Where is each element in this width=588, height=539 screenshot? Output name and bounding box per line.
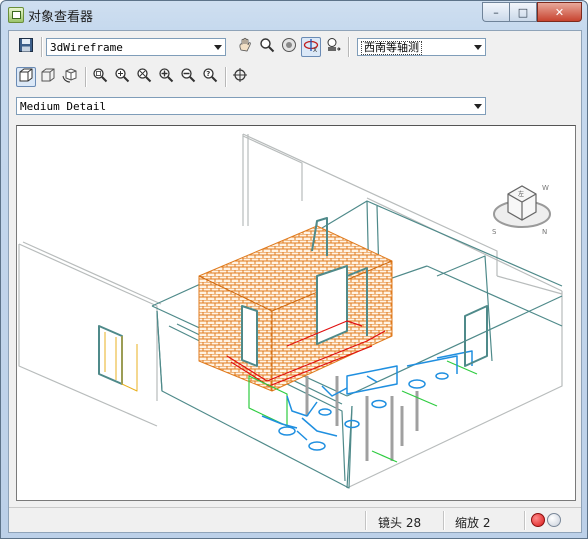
caption-buttons: – □ ✕ <box>482 2 582 22</box>
viewcube-west-label: W <box>542 184 549 192</box>
status-bar: 镜头 28 缩放 2 <box>9 507 581 533</box>
toolbar-row-2: ? <box>16 67 252 87</box>
hand-icon <box>237 37 253 57</box>
zoom-realtime-button[interactable] <box>257 37 277 57</box>
view-value: 西南等轴测 <box>361 41 422 55</box>
toolbar-separator <box>41 37 43 57</box>
box-icon <box>18 67 34 87</box>
zoom-out-button[interactable] <box>178 67 198 87</box>
chevron-down-icon <box>474 104 482 109</box>
viewcube[interactable]: 左 S N W <box>492 184 551 236</box>
constrained-orbit-button[interactable]: X <box>301 37 321 57</box>
zoom-center-icon <box>114 67 130 87</box>
orbit-icon <box>281 37 297 57</box>
rotate-view-button[interactable] <box>60 67 80 87</box>
maximize-button[interactable]: □ <box>509 2 537 22</box>
orbit-button[interactable] <box>279 37 299 57</box>
orbit-x-icon: X <box>303 37 319 57</box>
3d-viewport[interactable]: 左 S N W <box>16 125 576 501</box>
chevron-down-icon <box>474 45 482 50</box>
camera-icon <box>325 37 341 57</box>
zoom-extents-icon <box>136 67 152 87</box>
viewcube-south-label: S <box>492 228 497 236</box>
toolbar-separator <box>348 37 350 57</box>
save-button[interactable] <box>16 37 36 57</box>
view-box-wire-button[interactable] <box>16 67 36 87</box>
toolbar-separator <box>85 67 87 87</box>
zoom-center-button[interactable] <box>112 67 132 87</box>
zoom-extents-button[interactable] <box>134 67 154 87</box>
chevron-down-icon <box>214 45 222 50</box>
object-viewer-window: 对象查看器 – □ ✕ 3dWireframe X 西南等轴测 ? Medium… <box>0 0 588 539</box>
client-area: 3dWireframe X 西南等轴测 ? Medium Detail 左 S … <box>8 30 582 533</box>
detail-level-value: Medium Detail <box>20 100 107 113</box>
toolbar-row-1 <box>16 37 46 57</box>
camera-button[interactable] <box>323 37 343 57</box>
status-separator <box>443 511 445 530</box>
zoom-in-icon <box>158 67 174 87</box>
window-title: 对象查看器 <box>28 10 94 25</box>
title-bar[interactable]: 对象查看器 – □ ✕ <box>1 1 587 29</box>
lens-status: 镜头 28 <box>378 516 422 530</box>
pan-button[interactable] <box>235 37 255 57</box>
red-indicator-icon[interactable] <box>531 513 545 527</box>
zoom-help-button[interactable]: ? <box>200 67 220 87</box>
model-drawing: 左 S N W <box>18 133 563 489</box>
toolbar-separator <box>225 67 227 87</box>
cube-icon <box>40 67 56 87</box>
visual-style-select[interactable]: 3dWireframe <box>46 38 226 56</box>
zoom-in-button[interactable] <box>156 67 176 87</box>
close-button[interactable]: ✕ <box>537 2 582 22</box>
app-icon <box>8 7 24 23</box>
zoom-status: 缩放 2 <box>455 516 491 530</box>
magnifier-icon <box>259 37 275 57</box>
visual-style-value: 3dWireframe <box>50 41 123 54</box>
detail-level-select[interactable]: Medium Detail <box>16 97 486 115</box>
toolbar-row-1-tools: X <box>235 37 353 57</box>
status-separator <box>524 511 526 530</box>
zoom-window-button[interactable] <box>90 67 110 87</box>
svg-text:?: ? <box>206 70 210 78</box>
crosshair-icon <box>232 67 248 87</box>
view-box-button[interactable] <box>38 67 58 87</box>
locate-button[interactable] <box>230 67 250 87</box>
zoom-question-icon: ? <box>202 67 218 87</box>
zoom-out-icon <box>180 67 196 87</box>
left-door <box>98 325 138 392</box>
gray-indicator-icon[interactable] <box>547 513 561 527</box>
status-separator <box>365 511 367 530</box>
brick-block <box>198 217 393 392</box>
rotate-cube-icon <box>62 67 78 87</box>
view-select[interactable]: 西南等轴测 <box>357 38 486 56</box>
viewcube-north-label: N <box>542 228 547 236</box>
save-icon <box>18 37 34 57</box>
svg-text:X: X <box>313 47 317 53</box>
minimize-button[interactable]: – <box>482 2 509 22</box>
viewcube-face-label: 左 <box>518 190 524 198</box>
zoom-window-icon <box>92 67 108 87</box>
